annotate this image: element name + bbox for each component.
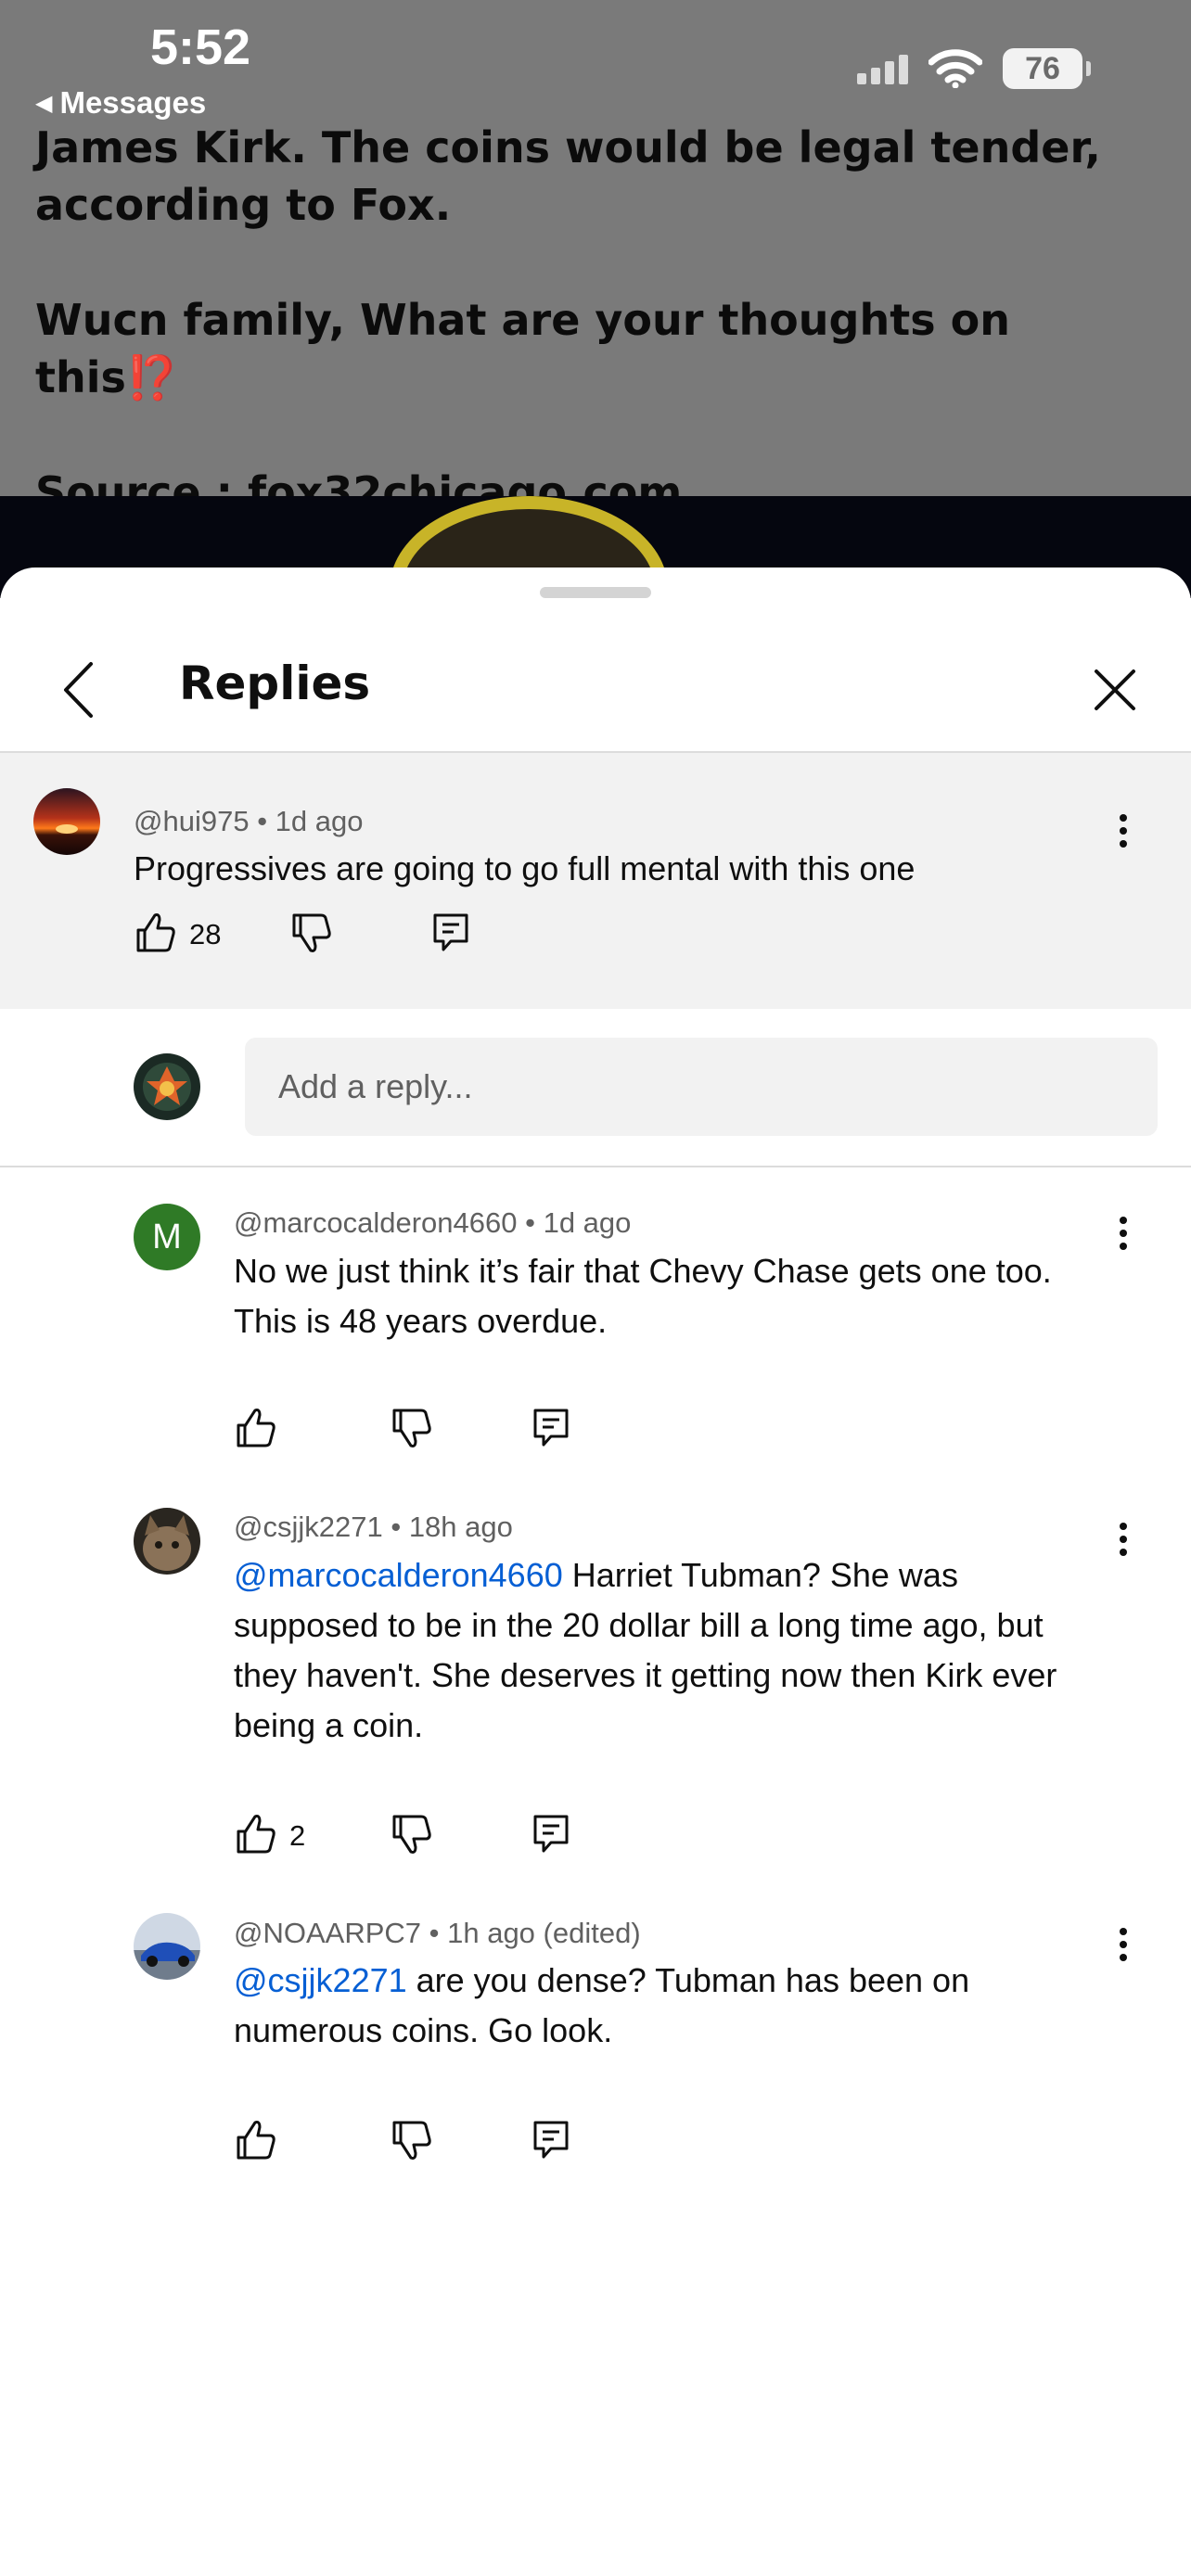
- mention-link[interactable]: @csjjk2271: [234, 1961, 407, 1999]
- drag-handle[interactable]: [540, 587, 651, 598]
- battery-indicator: 76: [1003, 48, 1091, 89]
- back-to-messages[interactable]: ◀ Messages: [35, 85, 206, 121]
- thumbs-up-icon: [136, 913, 175, 952]
- meta-separator: •: [257, 805, 275, 837]
- reply-comment-icon: [433, 913, 468, 951]
- avatar[interactable]: M: [134, 1204, 200, 1270]
- more-options-button[interactable]: [1105, 803, 1142, 859]
- avatar[interactable]: [134, 1913, 200, 1980]
- reply-button[interactable]: [429, 911, 473, 955]
- comment-meta: @hui975 • 1d ago: [134, 805, 363, 838]
- wifi-icon: [928, 49, 982, 88]
- like-button[interactable]: [234, 1812, 278, 1856]
- comment-time: 18h ago: [408, 1511, 513, 1543]
- avatar[interactable]: [33, 788, 100, 855]
- close-icon: [1095, 670, 1135, 710]
- thumbs-down-icon: [392, 1815, 431, 1854]
- status-time: 5:52: [150, 19, 251, 75]
- back-to-messages-label: Messages: [59, 85, 207, 120]
- comment-text: @marcocalderon4660 Harriet Tubman? She w…: [234, 1550, 1087, 1751]
- chevron-left-icon: [64, 662, 93, 718]
- meta-separator: •: [391, 1511, 409, 1543]
- reply-button[interactable]: [529, 2118, 573, 2162]
- thumbs-down-icon: [292, 913, 331, 952]
- like-count: 2: [289, 1819, 306, 1852]
- sheet-title: Replies: [179, 657, 371, 710]
- comment-author[interactable]: @NOAARPC7: [234, 1917, 421, 1949]
- comment-text: No we just think it’s fair that Chevy Ch…: [234, 1252, 1052, 1340]
- thumbs-down-icon: [392, 1409, 431, 1447]
- post-text: James Kirk. The coins would be legal ten…: [35, 119, 1167, 521]
- thumbs-up-icon: [237, 1815, 275, 1854]
- avatar-letter: M: [152, 1217, 182, 1256]
- dislike-button[interactable]: [390, 1812, 434, 1856]
- parent-comment: @hui975 • 1d ago Progressives are going …: [0, 753, 1191, 1009]
- comment-meta: @NOAARPC7 • 1h ago (edited): [234, 1917, 641, 1950]
- reply-comment-icon: [533, 1815, 569, 1853]
- meta-separator: •: [525, 1206, 544, 1239]
- replies-sheet: Replies @hui975 • 1d ago Progressives ar…: [0, 567, 1191, 2576]
- comment-meta: @marcocalderon4660 • 1d ago: [234, 1206, 631, 1240]
- comment-author[interactable]: @hui975: [134, 805, 250, 837]
- comment-time: 1d ago: [543, 1206, 632, 1239]
- like-button[interactable]: [134, 911, 178, 955]
- more-options-button[interactable]: [1105, 1511, 1142, 1567]
- like-count: 28: [189, 918, 222, 950]
- comment-meta: @csjjk2271 • 18h ago: [234, 1511, 513, 1544]
- comment-text: @csjjk2271 are you dense? Tubman has bee…: [234, 1956, 1087, 2056]
- reply-comment-icon: [533, 2121, 569, 2159]
- reply-button[interactable]: [529, 1812, 573, 1856]
- mention-link[interactable]: @marcocalderon4660: [234, 1556, 563, 1594]
- thumbs-down-icon: [392, 2121, 431, 2160]
- close-button[interactable]: [1080, 655, 1150, 725]
- thumbs-up-icon: [237, 2121, 275, 2160]
- input-divider: [0, 1166, 1191, 1167]
- thumbs-up-icon: [237, 1409, 275, 1447]
- like-button[interactable]: [234, 2118, 278, 2162]
- comment-author[interactable]: @marcocalderon4660: [234, 1206, 517, 1239]
- comment-time: 1h ago (edited): [447, 1917, 641, 1949]
- battery-level: 76: [1025, 50, 1060, 86]
- post-body: James Kirk. The coins would be legal ten…: [35, 122, 1101, 402]
- back-button[interactable]: [52, 653, 104, 727]
- post-emoji: ⁉️: [125, 352, 180, 402]
- more-options-button[interactable]: [1105, 1917, 1142, 1972]
- reply-button[interactable]: [529, 1406, 573, 1450]
- current-user-avatar: [134, 1053, 200, 1120]
- status-icons: 76: [857, 48, 1091, 89]
- comment-time: 1d ago: [275, 805, 364, 837]
- reply-input[interactable]: [245, 1038, 1158, 1136]
- avatar[interactable]: [134, 1508, 200, 1575]
- comment-text: Progressives are going to go full mental…: [134, 849, 916, 887]
- more-options-button[interactable]: [1105, 1205, 1142, 1261]
- dislike-button[interactable]: [390, 2118, 434, 2162]
- back-triangle-icon: ◀: [35, 90, 53, 116]
- meta-separator: •: [429, 1917, 448, 1949]
- dislike-button[interactable]: [390, 1406, 434, 1450]
- like-button[interactable]: [234, 1406, 278, 1450]
- dislike-button[interactable]: [289, 911, 334, 955]
- cellular-signal-icon: [857, 53, 908, 84]
- reply-comment-icon: [533, 1409, 569, 1447]
- comment-author[interactable]: @csjjk2271: [234, 1511, 383, 1543]
